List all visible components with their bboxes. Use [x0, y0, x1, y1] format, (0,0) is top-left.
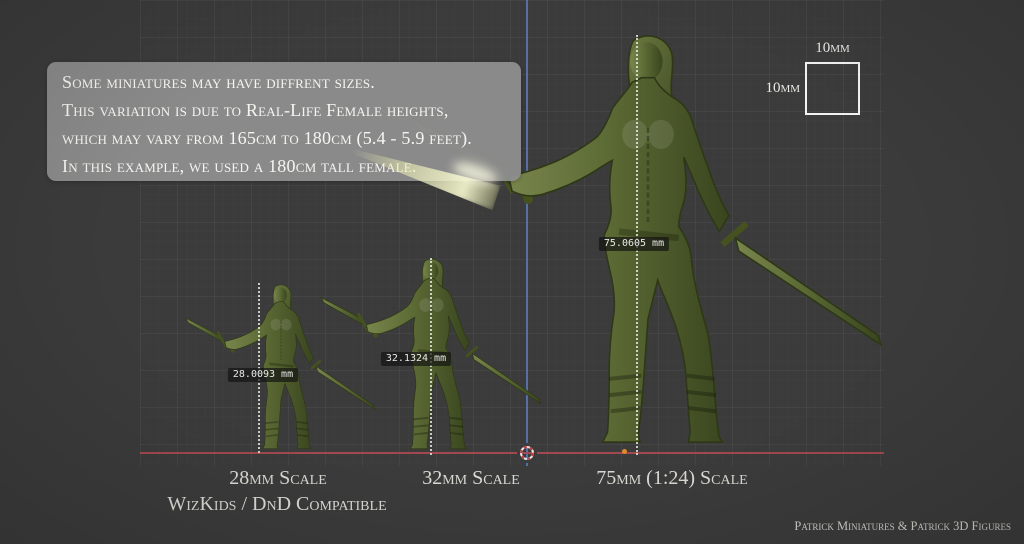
info-box: Some miniatures may have diffrent sizes.… — [47, 62, 521, 181]
caption-32mm-scale: 32mm Scale — [422, 467, 520, 490]
caption-75mm-scale: 75mm (1:24) Scale — [596, 467, 747, 490]
info-line-3: which may vary from 165cm to 180cm (5.4 … — [62, 124, 521, 152]
info-line-1: Some miniatures may have diffrent sizes. — [62, 68, 521, 96]
footer-credit: Patrick Miniatures & Patrick 3D Figures — [794, 519, 1011, 534]
viewport-canvas[interactable]: { "info_box": { "lines": [ "Some miniatu… — [0, 0, 1024, 544]
info-line-2: This variation is due to Real-Life Femal… — [62, 96, 521, 124]
info-line-4: In this example, we used a 180cm tall fe… — [62, 152, 521, 180]
measurement-label-75mm: 75.0605 mm — [599, 237, 669, 251]
reference-square-top-label: 10mm — [805, 40, 860, 57]
object-origin-dot — [622, 449, 627, 454]
caption-28mm-compatibility: WizKids / DnD Compatible — [167, 493, 386, 516]
caption-28mm-scale: 28mm Scale — [229, 467, 327, 490]
measurement-label-32mm: 32.1324 mm — [381, 352, 451, 366]
reference-square-10mm — [805, 62, 860, 115]
reference-square-side-label: 10mm — [738, 80, 800, 97]
measurement-label-28mm: 28.0093 mm — [228, 368, 298, 382]
